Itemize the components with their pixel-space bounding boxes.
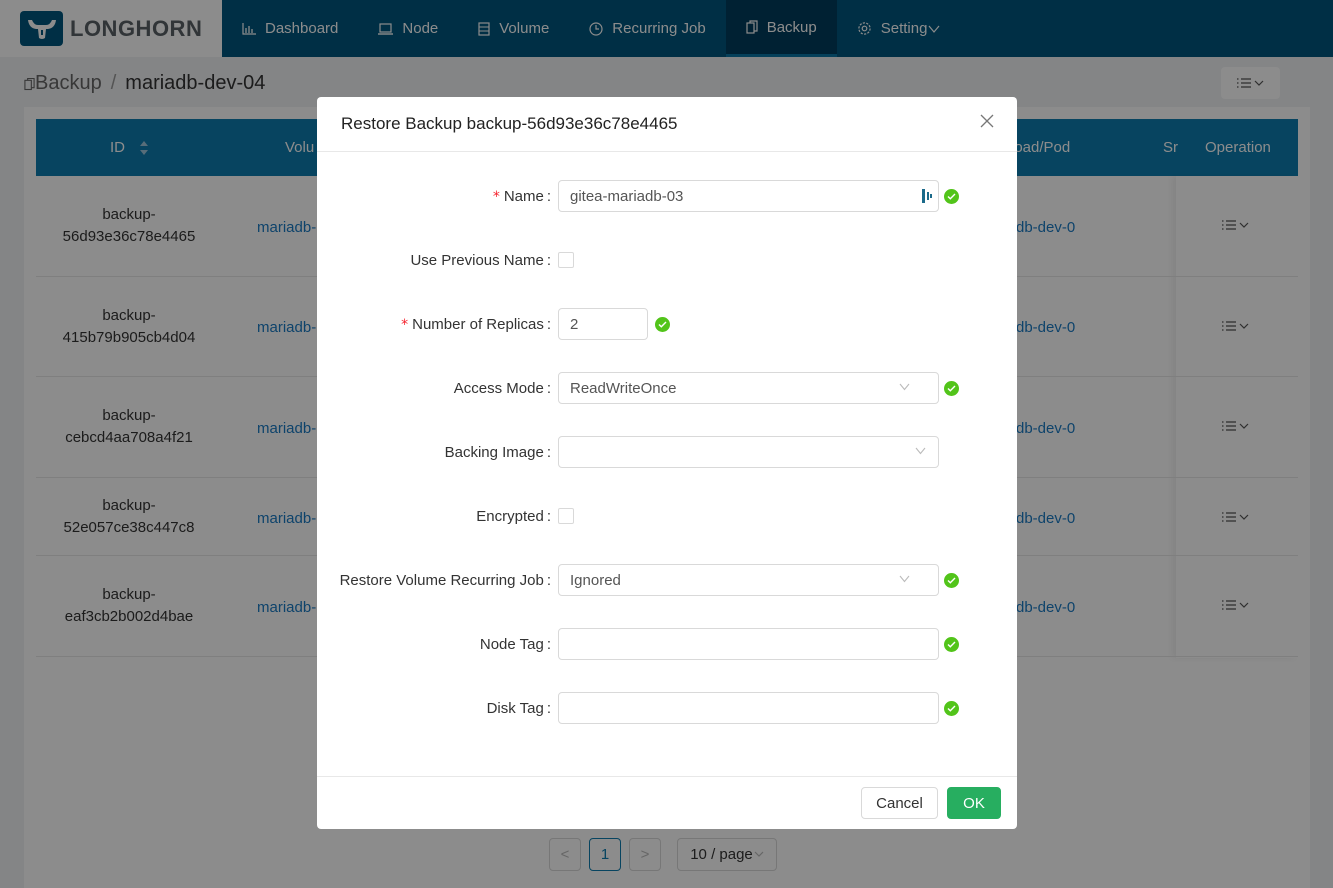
- encrypted-label: Encrypted:: [476, 507, 551, 525]
- close-icon: [980, 114, 994, 128]
- node-tag-select[interactable]: [558, 628, 939, 660]
- access-mode-value: ReadWriteOnce: [570, 379, 677, 397]
- form-row-disk-tag: Disk Tag:: [317, 692, 1017, 724]
- replicas-input[interactable]: 2: [558, 308, 648, 340]
- use-previous-name-label: Use Previous Name:: [410, 251, 551, 269]
- backing-image-select[interactable]: [558, 436, 939, 468]
- form-row-node-tag: Node Tag:: [317, 628, 1017, 660]
- valid-check-icon: [944, 572, 959, 588]
- cancel-button[interactable]: Cancel: [861, 787, 938, 819]
- valid-check-icon: [655, 316, 670, 332]
- form-row-encrypted: Encrypted:: [317, 500, 1017, 532]
- encrypted-checkbox[interactable]: [558, 508, 574, 524]
- chevron-down-icon: [899, 575, 910, 583]
- disk-tag-label: Disk Tag:: [486, 699, 551, 717]
- password-manager-icon[interactable]: [922, 189, 932, 203]
- use-previous-name-checkbox[interactable]: [558, 252, 574, 268]
- name-input[interactable]: gitea-mariadb-03: [558, 180, 939, 212]
- access-mode-label: Access Mode:: [453, 379, 551, 397]
- valid-check-icon: [944, 380, 959, 396]
- ok-button[interactable]: OK: [947, 787, 1001, 819]
- form-row-access-mode: Access Mode: ReadWriteOnce: [317, 372, 1017, 404]
- restore-backup-modal: Restore Backup backup-56d93e36c78e4465 *…: [317, 97, 1017, 829]
- chevron-down-icon: [915, 447, 926, 455]
- form-row-use-previous-name: Use Previous Name:: [317, 244, 1017, 276]
- recurring-job-label: Restore Volume Recurring Job:: [339, 571, 551, 589]
- form-row-name: * Name: gitea-mariadb-03: [317, 180, 1017, 212]
- name-label: * Name:: [492, 187, 551, 205]
- access-mode-select[interactable]: ReadWriteOnce: [558, 372, 939, 404]
- recurring-job-value: Ignored: [570, 571, 621, 589]
- valid-check-icon: [944, 700, 959, 716]
- name-value: gitea-mariadb-03: [570, 187, 684, 205]
- replicas-value: 2: [570, 315, 579, 333]
- close-button[interactable]: [979, 113, 999, 133]
- form-row-backing-image: Backing Image:: [317, 436, 1017, 468]
- form-row-recurring-job: Restore Volume Recurring Job: Ignored: [317, 564, 1017, 596]
- valid-check-icon: [944, 636, 959, 652]
- form-row-replicas: * Number of Replicas: 2: [317, 308, 1017, 340]
- replicas-label: * Number of Replicas:: [401, 315, 551, 333]
- modal-header: Restore Backup backup-56d93e36c78e4465: [317, 97, 1017, 152]
- chevron-down-icon: [899, 383, 910, 391]
- backing-image-label: Backing Image:: [444, 443, 551, 461]
- recurring-job-select[interactable]: Ignored: [558, 564, 939, 596]
- valid-check-icon: [944, 188, 959, 204]
- node-tag-label: Node Tag:: [479, 635, 551, 653]
- modal-footer: Cancel OK: [317, 776, 1017, 829]
- modal-title: Restore Backup backup-56d93e36c78e4465: [341, 114, 678, 133]
- disk-tag-select[interactable]: [558, 692, 939, 724]
